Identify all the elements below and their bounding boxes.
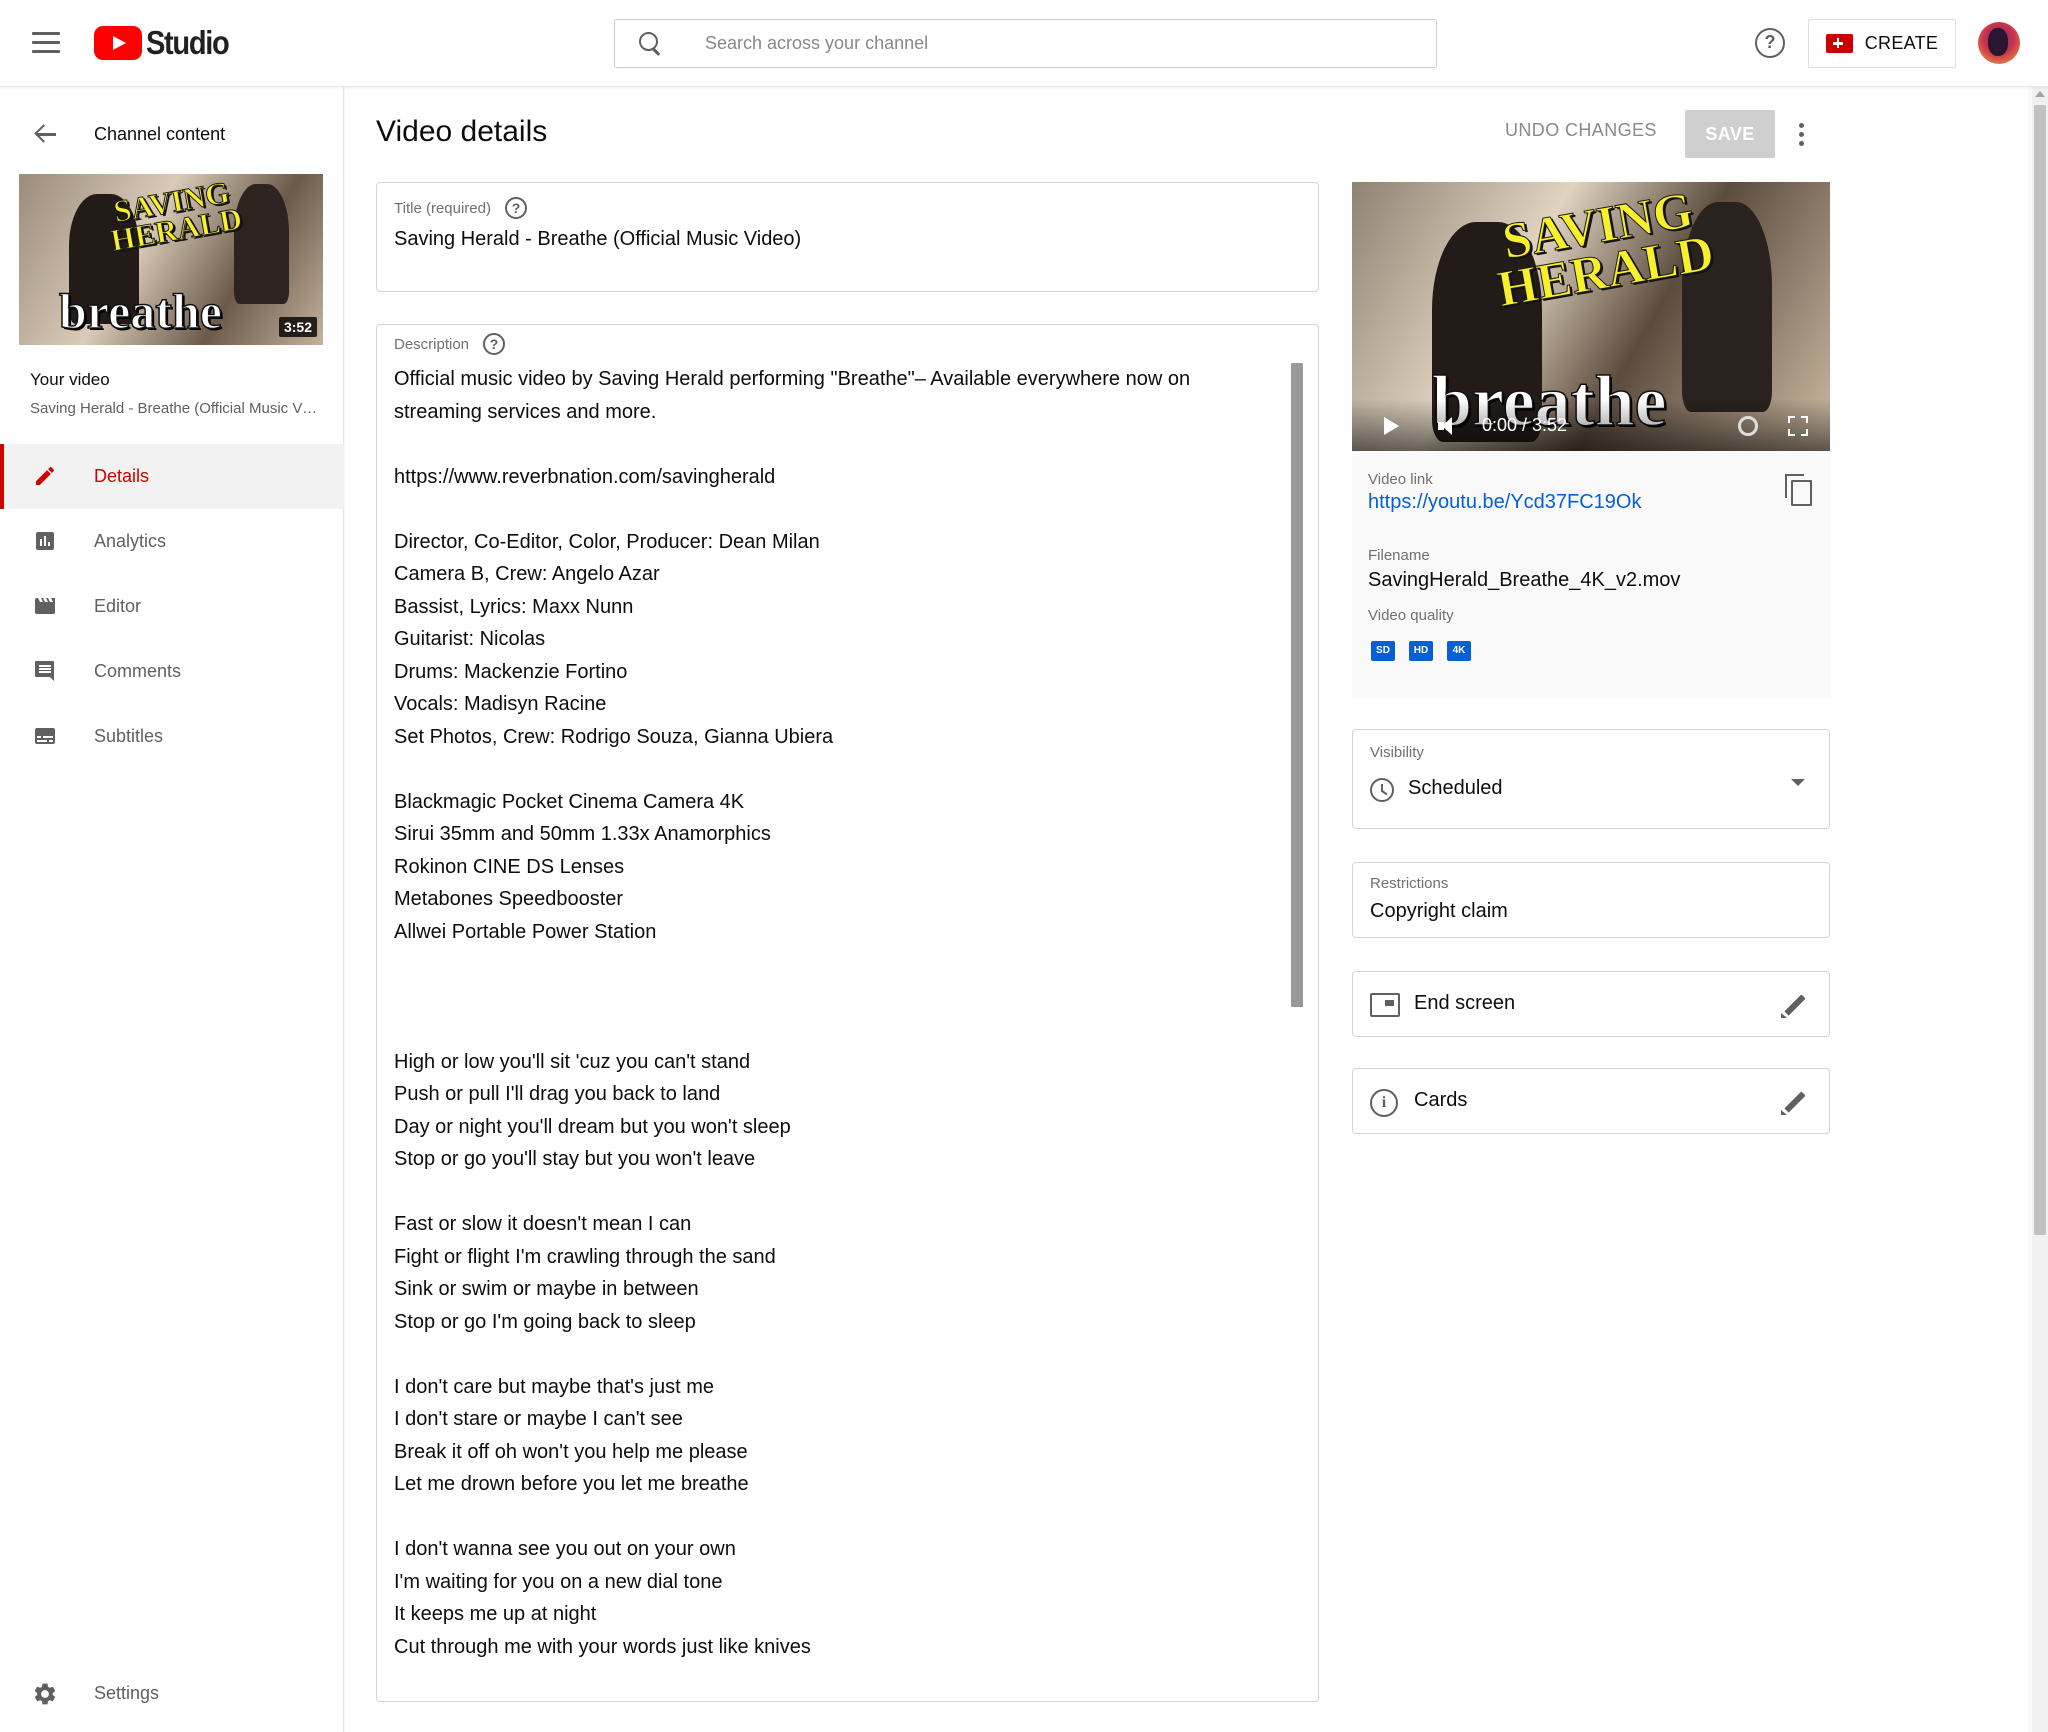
- sidebar: Channel content SAVING HERALD breathe 3:…: [0, 87, 344, 1732]
- scroll-up-icon[interactable]: [2035, 91, 2045, 97]
- edit-end-screen-icon[interactable]: [1781, 992, 1807, 1018]
- help-icon[interactable]: ?: [504, 197, 527, 219]
- page-scroll-thumb[interactable]: [2034, 105, 2046, 1235]
- end-screen-row[interactable]: End screen: [1352, 971, 1830, 1037]
- visibility-value: Scheduled: [1408, 777, 1503, 799]
- more-options-icon[interactable]: [1795, 123, 1807, 147]
- settings-label: Settings: [94, 1683, 160, 1703]
- create-button[interactable]: CREATE: [1808, 19, 1956, 68]
- sidebar-nav: Details Analytics Editor Comments Subtit…: [0, 444, 344, 769]
- player-settings-icon[interactable]: [1738, 416, 1758, 436]
- youtube-play-icon: [94, 26, 142, 60]
- back-label: Channel content: [94, 124, 226, 144]
- chevron-down-icon[interactable]: [1791, 779, 1805, 786]
- logo-text: Studio: [146, 24, 230, 61]
- sidebar-item-subtitles[interactable]: Subtitles: [0, 704, 344, 769]
- cards-label: Cards: [1414, 1089, 1468, 1111]
- quality-badge-hd: HD: [1409, 641, 1433, 661]
- video-link[interactable]: https://youtu.be/Ycd37FC19Ok: [1368, 491, 1642, 514]
- thumb-duration: 3:52: [278, 317, 317, 337]
- sidebar-item-analytics[interactable]: Analytics: [0, 509, 344, 574]
- video-link-label: Video link: [1368, 471, 1433, 488]
- help-icon[interactable]: ?: [483, 333, 506, 355]
- title-field-label: Title (required) ?: [394, 197, 527, 219]
- clock-icon: [1370, 778, 1394, 802]
- description-field[interactable]: Description ? Official music video by Sa…: [376, 324, 1319, 1702]
- volume-icon[interactable]: [1438, 417, 1458, 435]
- end-screen-label: End screen: [1414, 992, 1516, 1014]
- playback-time: 0:00 / 3:52: [1482, 415, 1568, 435]
- player-controls: 0:00 / 3:52: [1352, 399, 1830, 451]
- description-field-label: Description ?: [394, 333, 506, 355]
- create-label: CREATE: [1864, 33, 1939, 53]
- visibility-select[interactable]: Visibility Scheduled: [1352, 729, 1830, 829]
- subtitles-icon: [35, 728, 55, 744]
- restrictions-label: Restrictions: [1370, 875, 1449, 892]
- play-icon[interactable]: [1384, 417, 1399, 435]
- sidebar-item-details[interactable]: Details: [0, 444, 344, 509]
- sidebar-item-comments[interactable]: Comments: [0, 639, 344, 704]
- sidebar-item-label: Subtitles: [94, 726, 164, 746]
- quality-badge-sd: SD: [1371, 641, 1395, 661]
- video-preview-player[interactable]: SAVING HERALD breathe 0:00 / 3:52: [1352, 182, 1830, 451]
- your-video-heading: Your video: [30, 370, 110, 389]
- create-video-icon: [1825, 34, 1853, 53]
- page-scrollbar[interactable]: [2032, 87, 2048, 1732]
- avatar[interactable]: [1978, 22, 2020, 64]
- copy-icon[interactable]: [1785, 474, 1812, 506]
- menu-icon[interactable]: [32, 32, 60, 54]
- pencil-icon: [36, 466, 55, 485]
- analytics-icon: [36, 532, 54, 550]
- thumb-word-art: breathe: [58, 282, 222, 340]
- search-icon[interactable]: [615, 19, 675, 68]
- main-content: Video details UNDO CHANGES SAVE Title (r…: [345, 87, 2028, 1732]
- description-textarea[interactable]: Official music video by Saving Herald pe…: [394, 363, 1274, 1663]
- page-title: Video details: [376, 115, 548, 148]
- help-icon[interactable]: ?: [1755, 28, 1785, 58]
- top-bar: Studio ? CREATE: [0, 0, 2048, 87]
- gear-icon: [34, 1683, 56, 1705]
- edit-cards-icon[interactable]: [1781, 1089, 1807, 1115]
- title-field[interactable]: Title (required) ? Saving Herald - Breat…: [376, 182, 1319, 292]
- video-info-panel: Video link https://youtu.be/Ycd37FC19Ok …: [1352, 451, 1830, 697]
- quality-badge-4k: 4K: [1447, 641, 1471, 661]
- restrictions-field[interactable]: Restrictions Copyright claim: [1352, 862, 1830, 938]
- cards-row[interactable]: i Cards: [1352, 1068, 1830, 1134]
- info-icon: i: [1370, 1089, 1398, 1117]
- save-button[interactable]: SAVE: [1685, 110, 1775, 158]
- sidebar-item-label: Comments: [94, 661, 182, 681]
- sidebar-item-settings[interactable]: Settings: [0, 1669, 344, 1719]
- studio-logo[interactable]: Studio: [94, 24, 240, 61]
- sidebar-item-editor[interactable]: Editor: [0, 574, 344, 639]
- filename-value: SavingHerald_Breathe_4K_v2.mov: [1368, 569, 1681, 591]
- comment-icon: [35, 661, 54, 681]
- back-to-channel-content[interactable]: Channel content: [0, 105, 344, 161]
- sidebar-item-label: Details: [94, 466, 150, 486]
- back-arrow-icon[interactable]: [34, 125, 56, 143]
- description-label-text: Description: [394, 335, 470, 353]
- video-thumbnail[interactable]: SAVING HERALD breathe 3:52: [19, 174, 323, 345]
- sidebar-video-title: Saving Herald - Breathe (Official Music …: [30, 400, 320, 417]
- clapperboard-icon: [35, 598, 55, 614]
- end-screen-icon: [1370, 993, 1400, 1017]
- visibility-label: Visibility: [1370, 744, 1424, 761]
- title-input[interactable]: Saving Herald - Breathe (Official Music …: [394, 228, 801, 251]
- search-input[interactable]: [675, 33, 1436, 54]
- sidebar-item-label: Analytics: [94, 531, 167, 551]
- fullscreen-icon[interactable]: [1788, 416, 1808, 436]
- title-label-text: Title (required): [394, 199, 491, 217]
- restrictions-value[interactable]: Copyright claim: [1370, 900, 1508, 923]
- undo-changes-button[interactable]: UNDO CHANGES: [1505, 120, 1657, 141]
- video-quality-label: Video quality: [1368, 607, 1454, 624]
- search-bar[interactable]: [614, 19, 1437, 68]
- filename-label: Filename: [1368, 547, 1430, 564]
- sidebar-item-label: Editor: [94, 596, 142, 616]
- description-scrollbar[interactable]: [1291, 363, 1303, 1007]
